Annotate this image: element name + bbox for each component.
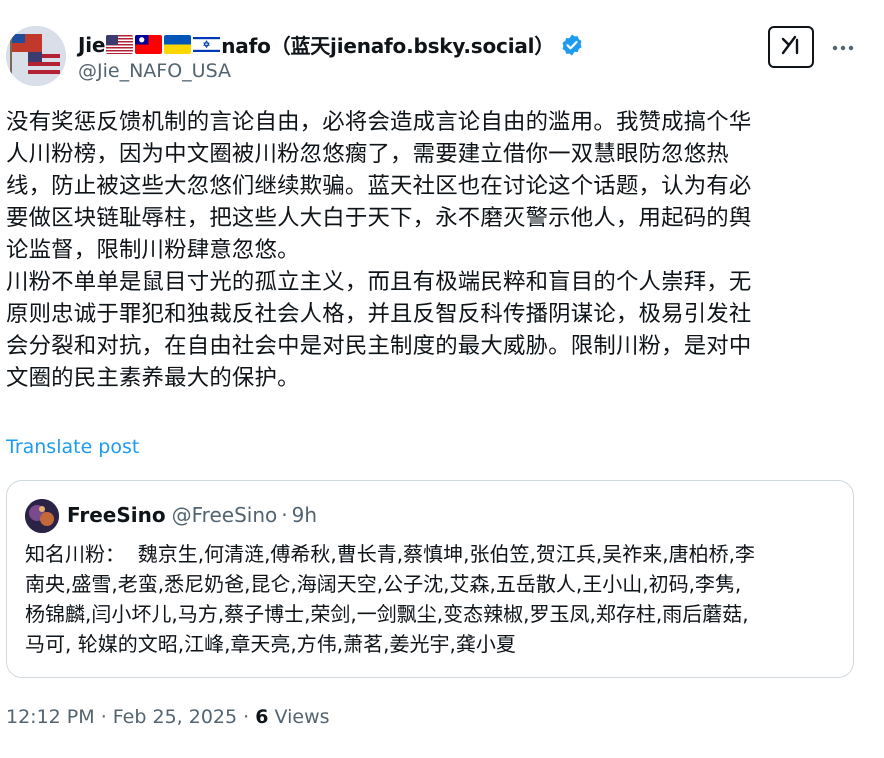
post-time[interactable]: 12:12 PM (6, 706, 95, 728)
author-handle[interactable]: @Jie_NAFO_USA (78, 60, 231, 82)
author-avatar[interactable] (6, 26, 66, 86)
quoted-post[interactable]: FreeSino @FreeSino · 9h 知名川粉： 魏京生,何清涟,傅希… (6, 480, 854, 678)
taiwan-flag-icon (135, 35, 163, 54)
quoted-post-text: 知名川粉： 魏京生,何清涟,傅希秋,曹长青,蔡慎坤,张伯笠,贺江兵,吴祚来,唐柏… (25, 542, 755, 656)
ukraine-flag-icon (164, 35, 192, 54)
meta-separator: · (243, 706, 250, 728)
us-flag-icon (106, 35, 134, 54)
author-name-row[interactable]: Jie nafo（蓝天jienafo.bsky.social） (78, 30, 584, 59)
meta-separator: · (100, 706, 107, 728)
quoted-author-name[interactable]: FreeSino (67, 503, 166, 527)
author-name-prefix[interactable]: Jie (78, 33, 105, 57)
post-text: 没有奖惩反馈机制的言论自由，必将会造成言论自由的滥用。我赞成搞个华 人川粉榜，因… (6, 109, 752, 391)
more-icon (832, 36, 854, 55)
author-name-suffix[interactable]: nafo（蓝天jienafo.bsky.social） (221, 30, 554, 59)
post-header: Jie nafo（蓝天jienafo.bsky.social） @Jie_NAF… (6, 24, 878, 88)
grok-icon (778, 32, 804, 62)
grok-button[interactable] (768, 26, 814, 68)
post-meta: 12:12 PM · Feb 25, 2025 · 6 Views (6, 706, 330, 728)
translate-post-link[interactable]: Translate post (6, 436, 139, 458)
quoted-post-header: FreeSino @FreeSino · 9h (67, 503, 317, 527)
quoted-author-avatar[interactable] (25, 499, 59, 533)
post-date[interactable]: Feb 25, 2025 (113, 706, 237, 728)
quoted-author-handle[interactable]: @FreeSino (172, 503, 278, 527)
views-count: 6 (255, 706, 269, 728)
quoted-post-time[interactable]: 9h (292, 503, 317, 527)
more-button[interactable] (828, 30, 858, 60)
quoted-separator: · (281, 503, 288, 527)
verified-badge-icon[interactable] (560, 33, 584, 57)
views-label: Views (274, 706, 330, 728)
israel-flag-icon (193, 35, 221, 54)
